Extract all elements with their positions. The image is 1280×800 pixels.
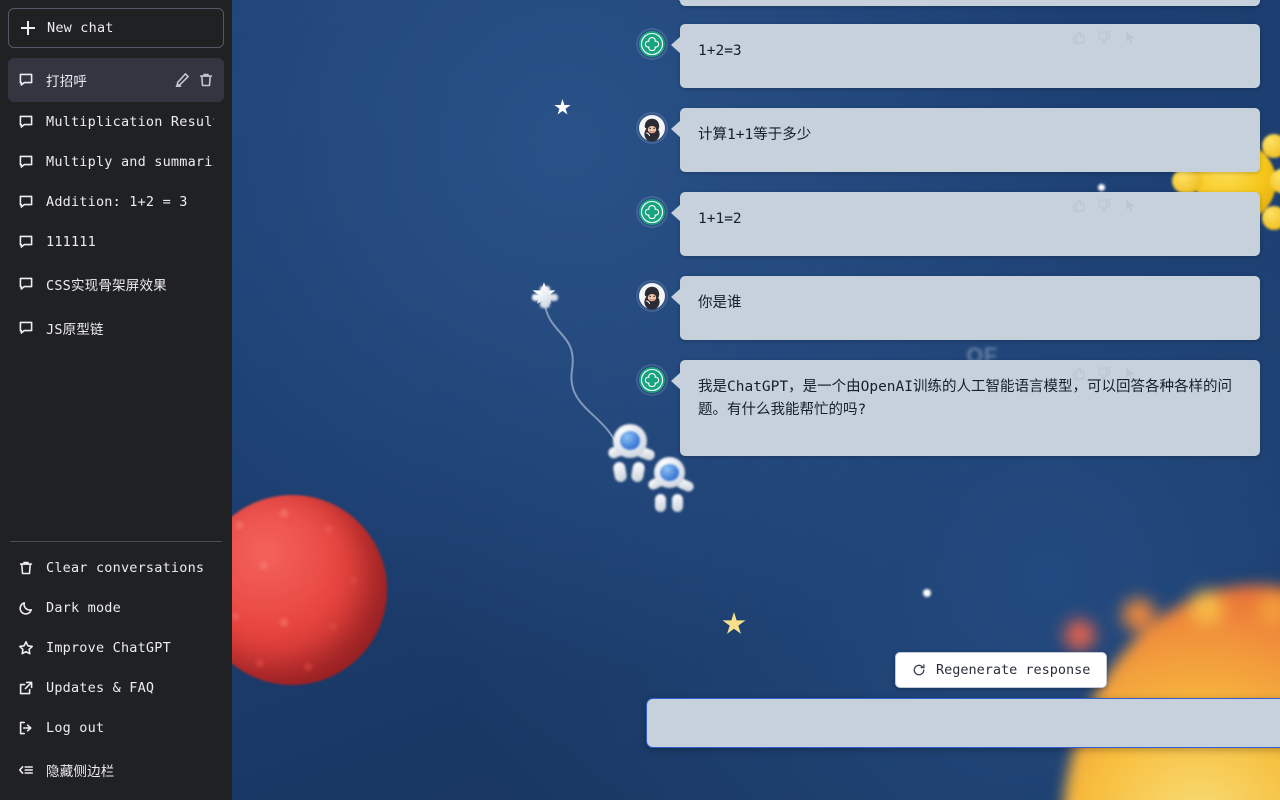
trash-icon[interactable] bbox=[198, 72, 214, 88]
chat-bubble-icon bbox=[18, 154, 34, 170]
conversation-label: Addition: 1+2 = 3 bbox=[46, 194, 188, 210]
message-row: 计算1+1等于多少 bbox=[232, 108, 1280, 172]
message-composer[interactable] bbox=[646, 698, 1280, 748]
chatgpt-avatar bbox=[638, 366, 666, 394]
user-message-bubble: 你是谁 bbox=[671, 276, 1260, 340]
thumbs-up-icon[interactable] bbox=[1071, 198, 1086, 213]
assistant-message-bubble: 1+2=3 bbox=[671, 24, 1260, 88]
message-row: 1+1=2 bbox=[232, 192, 1280, 256]
cursor-arrow-icon[interactable] bbox=[1123, 30, 1138, 45]
assistant-message-bubble-partial bbox=[671, 0, 1260, 6]
user-avatar bbox=[638, 282, 666, 310]
conversation-list: 打招呼 Multiplication Result: Multiply and … bbox=[8, 58, 224, 350]
sidebar-footer-label: Dark mode bbox=[46, 600, 121, 616]
sidebar-item-conversation-2[interactable]: Multiply and summariz bbox=[8, 142, 224, 182]
sidebar-footer-label: 隐藏侧边栏 bbox=[46, 764, 115, 780]
sidebar-item-conversation-3[interactable]: Addition: 1+2 = 3 bbox=[8, 182, 224, 222]
user-message-bubble: 计算1+1等于多少 bbox=[671, 108, 1260, 172]
user-avatar bbox=[638, 114, 666, 142]
conversation-label: 111111 bbox=[46, 234, 96, 250]
sidebar-item-conversation-1[interactable]: Multiplication Result: bbox=[8, 102, 224, 142]
collapse-sidebar-icon bbox=[18, 762, 34, 778]
pencil-icon[interactable] bbox=[174, 72, 190, 88]
regenerate-response-button[interactable]: Regenerate response bbox=[895, 652, 1108, 688]
sidebar-item-improve-chatgpt[interactable]: Improve ChatGPT bbox=[8, 628, 224, 668]
sidebar-divider bbox=[10, 541, 222, 542]
moon-icon bbox=[18, 600, 34, 616]
chat-bubble-icon bbox=[18, 114, 34, 130]
assistant-message-bubble: 我是ChatGPT，是一个由OpenAI训练的人工智能语言模型，可以回答各种各样… bbox=[671, 360, 1260, 456]
message-input[interactable] bbox=[647, 699, 1280, 747]
thumbs-up-icon[interactable] bbox=[1071, 366, 1086, 381]
sidebar-item-conversation-4[interactable]: 111111 bbox=[8, 222, 224, 262]
sidebar-item-hide-sidebar[interactable]: 隐藏侧边栏 bbox=[8, 748, 224, 792]
cursor-arrow-icon[interactable] bbox=[1123, 198, 1138, 213]
thumbs-down-icon[interactable] bbox=[1097, 30, 1112, 45]
chat-bubble-icon bbox=[18, 276, 34, 292]
conversation-label: JS原型链 bbox=[46, 322, 104, 338]
conversation-label: 打招呼 bbox=[46, 74, 88, 90]
chat-bubble-icon bbox=[18, 234, 34, 250]
assistant-message-bubble: 1+1=2 bbox=[671, 192, 1260, 256]
sidebar: New chat 打招呼 Multiplication Result: Mult… bbox=[0, 0, 232, 800]
sidebar-footer-label: Clear conversations bbox=[46, 560, 205, 576]
logout-icon bbox=[18, 720, 34, 736]
new-chat-label: New chat bbox=[47, 20, 114, 36]
sidebar-item-clear-conversations[interactable]: Clear conversations bbox=[8, 548, 224, 588]
star-icon bbox=[18, 640, 34, 656]
chat-bubble-icon bbox=[18, 320, 34, 336]
sidebar-item-dark-mode[interactable]: Dark mode bbox=[8, 588, 224, 628]
sidebar-item-updates-faq[interactable]: Updates & FAQ bbox=[8, 668, 224, 708]
sidebar-item-conversation-5[interactable]: CSS实现骨架屏效果 bbox=[8, 262, 224, 306]
message-row: 你是谁 bbox=[232, 276, 1280, 340]
message-feedback-actions bbox=[1071, 30, 1138, 45]
message-feedback-actions bbox=[1071, 366, 1138, 381]
sidebar-footer-label: Improve ChatGPT bbox=[46, 640, 171, 656]
message-row: 我是ChatGPT，是一个由OpenAI训练的人工智能语言模型，可以回答各种各样… bbox=[232, 360, 1280, 456]
message-feedback-actions bbox=[1071, 198, 1138, 213]
conversation-thread: 1+2=3 计算1+1等于多少 1+1=2 你是谁 我是ChatGPT，是一个由… bbox=[232, 0, 1280, 800]
refresh-icon bbox=[912, 663, 926, 677]
external-link-icon bbox=[18, 680, 34, 696]
message-row: 1+2=3 bbox=[232, 24, 1280, 88]
conversation-actions bbox=[174, 72, 214, 88]
cursor-arrow-icon[interactable] bbox=[1123, 366, 1138, 381]
chat-bubble-icon bbox=[18, 194, 34, 210]
sidebar-footer-label: Log out bbox=[46, 720, 105, 736]
main-chat-area: International Day of Human Flight 12 Apr… bbox=[232, 0, 1280, 800]
regenerate-label: Regenerate response bbox=[936, 662, 1091, 678]
thumbs-down-icon[interactable] bbox=[1097, 366, 1112, 381]
thumbs-down-icon[interactable] bbox=[1097, 198, 1112, 213]
sidebar-footer-label: Updates & FAQ bbox=[46, 680, 155, 696]
conversation-label: Multiplication Result: bbox=[46, 114, 214, 130]
trash-icon bbox=[18, 560, 34, 576]
chatgpt-avatar bbox=[638, 30, 666, 58]
conversation-label: Multiply and summariz bbox=[46, 154, 214, 170]
sidebar-item-conversation-0[interactable]: 打招呼 bbox=[8, 58, 224, 102]
chat-bubble-icon bbox=[18, 72, 34, 88]
conversation-label: CSS实现骨架屏效果 bbox=[46, 278, 167, 294]
new-chat-button[interactable]: New chat bbox=[8, 8, 224, 48]
chatgpt-avatar bbox=[638, 198, 666, 226]
thumbs-up-icon[interactable] bbox=[1071, 30, 1086, 45]
sidebar-item-log-out[interactable]: Log out bbox=[8, 708, 224, 748]
sidebar-item-conversation-6[interactable]: JS原型链 bbox=[8, 306, 224, 350]
message-row bbox=[232, 0, 1280, 6]
sidebar-footer: Clear conversations Dark mode Improve Ch… bbox=[8, 531, 224, 792]
plus-icon bbox=[21, 21, 35, 35]
